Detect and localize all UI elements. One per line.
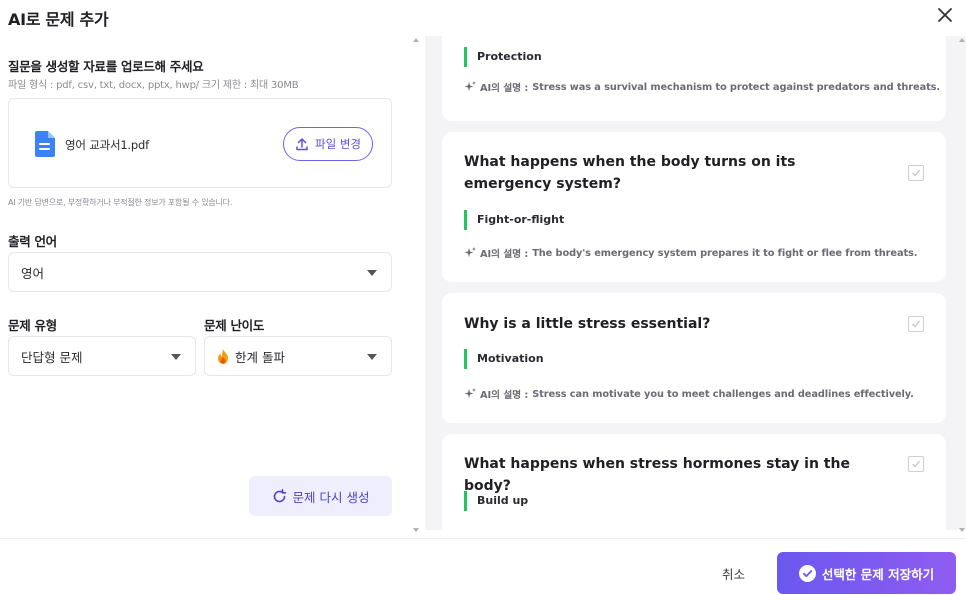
file-name: 영어 교과서1.pdf (65, 138, 149, 152)
difficulty-value: 한계 돌파 (235, 349, 285, 365)
ai-disclaimer: AI 기반 답변으로, 부정확하거나 부적절한 정보가 포함될 수 있습니다. (8, 198, 233, 207)
ai-explanation: AI의 설명 : The body's emergency system pre… (464, 246, 918, 260)
explanation-prefix: AI의 설명 : (480, 390, 529, 401)
sparkle-icon (464, 81, 476, 91)
regenerate-button[interactable]: 문제 다시 생성 (249, 476, 392, 516)
question-type-value: 단답형 문제 (21, 349, 83, 365)
difficulty-label: 문제 난이도 (204, 318, 265, 333)
explanation-prefix: AI의 설명 : (480, 249, 529, 260)
sparkle-icon (464, 388, 476, 398)
question-card: What happens when the body turns on its … (442, 132, 946, 282)
settings-panel: 질문을 생성할 자료를 업로드해 주세요 파일 형식 : pdf, csv, t… (0, 36, 410, 536)
question-text: Why is a little stress essential? (464, 316, 711, 332)
explanation-text: Stress can motivate you to meet challeng… (532, 388, 914, 400)
answer: Fight-or-flight (464, 210, 564, 230)
cancel-button[interactable]: 취소 (722, 564, 745, 583)
sparkle-icon (464, 247, 476, 257)
check-circle-icon (798, 564, 816, 582)
close-icon[interactable] (934, 4, 956, 26)
footer-divider (0, 538, 966, 539)
ai-explanation: AI의 설명 : Stress can motivate you to meet… (464, 387, 914, 401)
check-icon (912, 320, 921, 328)
scroll-up-arrow[interactable] (959, 38, 965, 42)
chevron-down-icon (171, 354, 181, 360)
explanation-text: The body's emergency system prepares it … (532, 247, 918, 259)
question-card: Protection AI의 설명 : Stress was a surviva… (442, 36, 946, 121)
file-box: 영어 교과서1.pdf 파일 변경 (8, 98, 392, 188)
dialog-title: AI로 문제 추가 (8, 10, 109, 29)
upload-subtitle: 파일 형식 : pdf, csv, txt, docx, pptx, hwp/ … (8, 80, 299, 91)
question-type-select[interactable]: 단답형 문제 (8, 336, 196, 376)
regenerate-label: 문제 다시 생성 (292, 489, 370, 505)
scroll-down-arrow[interactable] (413, 528, 419, 532)
chevron-down-icon (367, 270, 377, 276)
upload-icon (296, 138, 308, 151)
output-language-value: 영어 (21, 265, 45, 281)
check-icon (912, 169, 921, 177)
chevron-down-icon (367, 354, 377, 360)
fire-icon (218, 348, 228, 364)
change-file-button[interactable]: 파일 변경 (283, 127, 373, 161)
difficulty-select[interactable]: 한계 돌파 (204, 336, 392, 376)
question-card: Why is a little stress essential? Motiva… (442, 293, 946, 423)
question-type-label: 문제 유형 (8, 318, 57, 333)
question-checkbox[interactable] (908, 456, 924, 472)
refresh-icon (273, 488, 286, 502)
ai-explanation: AI의 설명 : Stress was a survival mechanism… (464, 80, 940, 94)
check-icon (912, 460, 921, 468)
output-language-select[interactable]: 영어 (8, 252, 392, 292)
scroll-down-arrow[interactable] (959, 528, 965, 532)
question-checkbox[interactable] (908, 316, 924, 332)
answer: Build up (464, 491, 528, 511)
output-language-label: 출력 언어 (8, 234, 57, 249)
questions-panel[interactable]: Protection AI의 설명 : Stress was a surviva… (425, 36, 966, 530)
question-text: What happens when the body turns on its … (464, 154, 796, 192)
question-card: What happens when stress hormones stay i… (442, 434, 946, 530)
change-file-label: 파일 변경 (315, 137, 361, 151)
scroll-up-arrow[interactable] (413, 38, 419, 42)
answer: Protection (464, 47, 542, 67)
document-icon (35, 131, 55, 157)
question-checkbox[interactable] (908, 165, 924, 181)
explanation-prefix: AI의 설명 : (480, 83, 529, 94)
answer: Motivation (464, 349, 544, 369)
upload-title: 질문을 생성할 자료를 업로드해 주세요 (8, 59, 204, 74)
explanation-text: Stress was a survival mechanism to prote… (532, 81, 941, 93)
question-text: What happens when stress hormones stay i… (464, 456, 850, 494)
save-selected-label: 선택한 문제 저장하기 (821, 566, 935, 582)
save-selected-button[interactable]: 선택한 문제 저장하기 (777, 552, 956, 594)
